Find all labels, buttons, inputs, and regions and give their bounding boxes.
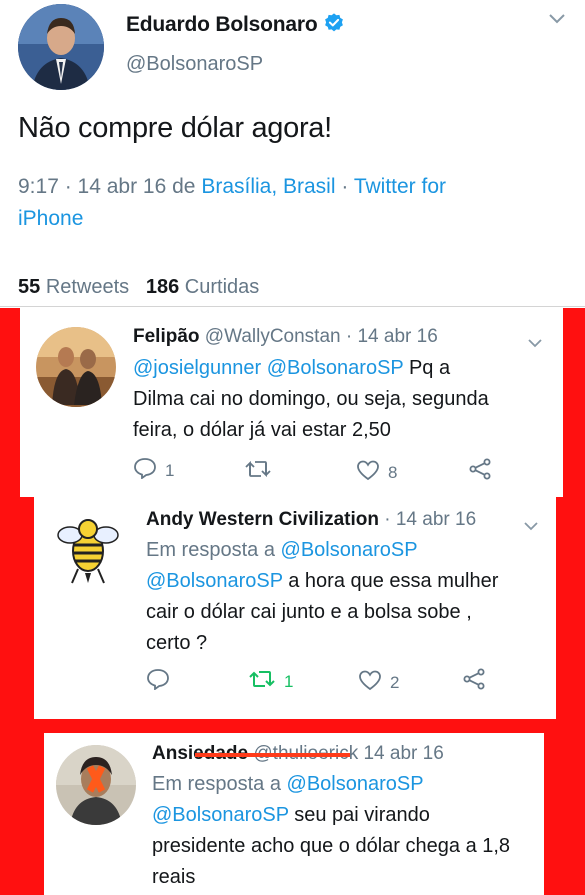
like-count: 8 [388, 462, 398, 482]
strikethrough-mark [195, 753, 351, 757]
reply-count: 1 [165, 460, 175, 480]
mention-link[interactable]: @josielgunner [133, 357, 261, 379]
retweet-count: 1 [284, 671, 294, 691]
tweet-stats: 55 Retweets 186 Curtidas [18, 276, 259, 299]
source-line-1: Twitter for [353, 175, 446, 198]
divider [0, 306, 585, 307]
reply-icon [133, 457, 157, 484]
display-name[interactable]: Eduardo Bolsonaro [126, 12, 345, 40]
reply-text-part: Dilma cai no domingo, ou seja, segunda [133, 388, 489, 410]
red-frame-gap [34, 719, 556, 733]
red-frame-inner-right-2 [544, 733, 556, 895]
reply-handle[interactable]: @WallyConstan [205, 326, 341, 347]
heart-icon [356, 459, 380, 486]
main-tweet: Eduardo Bolsonaro @BolsonaroSP Não compr… [0, 0, 585, 308]
reply-action[interactable] [146, 668, 178, 695]
mention-link[interactable]: @BolsonaroSP [146, 570, 283, 592]
reply-text: @BolsonaroSP a hora que essa mulher cair… [146, 566, 546, 659]
share-icon [462, 668, 486, 695]
reply-text-part: a hora que essa mulher [282, 570, 499, 592]
tweet-time: 9:17 · 14 abr 16 de [18, 175, 202, 198]
reply-date: 14 abr 16 [358, 743, 444, 764]
red-frame-left [0, 307, 20, 895]
heart-icon [358, 669, 382, 696]
reply-tweet[interactable]: Felipão @WallyConstan · 14 abr 16 @josie… [20, 309, 563, 497]
reply-action[interactable]: 1 [133, 457, 174, 484]
reply-text-part: cair o dólar cai junto e a bolsa sobe , [146, 601, 472, 623]
reply-header: Ansiedade @thulioerick 14 abr 16 [152, 743, 444, 765]
share-action[interactable] [468, 458, 492, 485]
avatar[interactable] [56, 745, 136, 825]
reply-text: @josielgunner @BolsonaroSP Pq a Dilma ca… [133, 353, 553, 446]
likes-label: Curtidas [184, 276, 260, 298]
chevron-down-icon[interactable] [524, 518, 538, 536]
like-action[interactable]: 2 [358, 669, 399, 696]
chevron-down-icon[interactable] [528, 335, 542, 353]
reply-header: Felipão @WallyConstan · 14 abr 16 [133, 326, 438, 348]
reply-text-part: Pq a [403, 357, 451, 379]
retweets-count: 55 [18, 276, 41, 298]
avatar[interactable] [18, 4, 104, 90]
meta-separator: · [335, 175, 354, 198]
red-frame-right [563, 307, 585, 895]
retweets-label: Retweets [45, 276, 130, 298]
mention-link[interactable]: @BolsonaroSP [152, 804, 289, 826]
verified-badge-icon [323, 12, 345, 40]
reply-text-part: feira, o dólar já vai estar 2,50 [133, 419, 391, 441]
reply-date: · 14 abr 16 [378, 509, 477, 530]
reply-handle-struck[interactable]: @thulioerick [195, 743, 358, 764]
tweet-meta: 9:17 · 14 abr 16 de Brasília, Brasil · T… [18, 171, 558, 235]
mention-link[interactable]: @BolsonaroSP [267, 357, 404, 379]
reply-context: Em resposta a @BolsonaroSP [146, 535, 418, 566]
reply-name[interactable]: Andy Western Civilization [146, 509, 379, 530]
share-icon [468, 458, 492, 485]
avatar[interactable] [48, 511, 128, 591]
location-link[interactable]: Brasília, Brasil [201, 175, 335, 198]
reply-context: Em resposta a @BolsonaroSP [152, 769, 424, 800]
retweet-icon [248, 669, 276, 694]
reply-text-part: certo ? [146, 632, 208, 654]
avatar[interactable] [36, 327, 116, 407]
likes-stat[interactable]: 186 Curtidas [146, 276, 259, 298]
retweet-icon [244, 459, 272, 484]
red-frame-inner-left-2 [34, 733, 44, 895]
display-name-text: Eduardo Bolsonaro [126, 13, 318, 36]
share-action[interactable] [462, 668, 486, 695]
reply-name[interactable]: Felipão [133, 326, 200, 347]
retweet-action[interactable] [244, 459, 280, 484]
reply-tweet[interactable]: Andy Western Civilization · 14 abr 16 Em… [34, 497, 556, 719]
mention-link[interactable]: @BolsonaroSP [281, 539, 418, 561]
tweet-text: Não compre dólar agora! [18, 112, 332, 144]
retweets-stat[interactable]: 55 Retweets [18, 276, 129, 298]
reply-tweet[interactable]: Ansiedade @thulioerick 14 abr 16 Em resp… [44, 733, 544, 895]
reply-text-part: seu pai virando [288, 804, 430, 826]
reply-prefix: Em resposta a [146, 539, 281, 561]
chevron-down-icon[interactable] [548, 12, 566, 30]
handle[interactable]: @BolsonaroSP [126, 53, 263, 76]
retweet-action[interactable]: 1 [248, 669, 293, 694]
reply-text: @BolsonaroSP seu pai virando presidente … [152, 800, 542, 893]
likes-count: 186 [145, 276, 180, 298]
like-action[interactable]: 8 [356, 459, 397, 486]
red-frame-inner-right-1 [556, 497, 563, 895]
mention-link[interactable]: @BolsonaroSP [287, 773, 424, 795]
reply-date: · 14 abr 16 [340, 326, 438, 347]
reply-icon [146, 668, 170, 695]
reply-header: Andy Western Civilization · 14 abr 16 [146, 509, 476, 531]
source-line-2: iPhone [18, 207, 84, 230]
reply-text-part: reais [152, 866, 196, 888]
reply-text-part: presidente acho que o dólar chega a 1,8 [152, 835, 511, 857]
reply-prefix: Em resposta a [152, 773, 287, 795]
red-frame-inner-left-1 [20, 497, 34, 895]
like-count: 2 [390, 672, 400, 692]
